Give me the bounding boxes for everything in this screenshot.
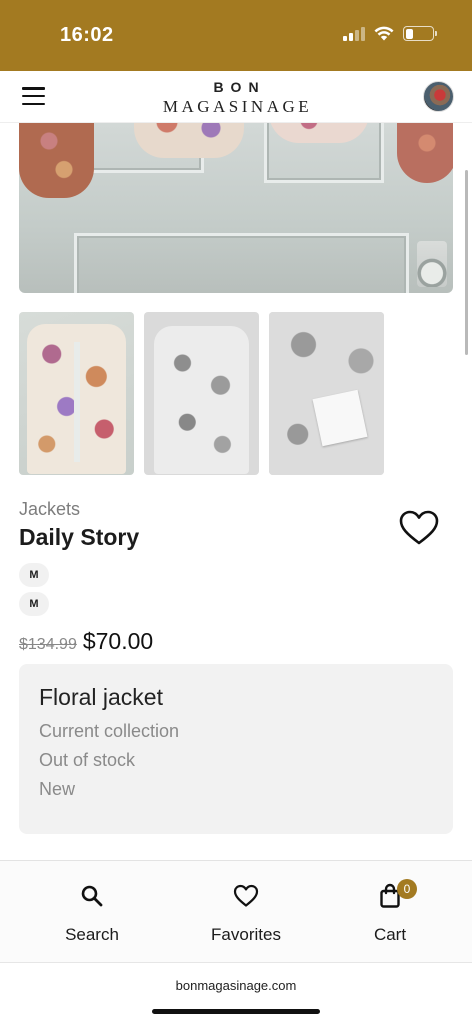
- product-title: Daily Story: [19, 524, 140, 550]
- url-text[interactable]: bonmagasinage.com: [0, 978, 472, 993]
- nav-favorites-label: Favorites: [211, 925, 281, 944]
- thumbnail-strip: [19, 312, 384, 475]
- size-chip[interactable]: M: [19, 563, 49, 587]
- battery-icon: [403, 26, 437, 41]
- status-bar: 16:02: [0, 0, 472, 71]
- home-indicator[interactable]: [152, 1009, 320, 1014]
- thumbnail-2[interactable]: [144, 312, 259, 475]
- sale-price: $70.00: [82, 628, 154, 654]
- details-collection: Current collection: [39, 721, 180, 741]
- cellular-signal-icon: [343, 26, 365, 41]
- nav-search-button[interactable]: Search: [32, 881, 152, 945]
- brand-logo[interactable]: BON MAGASINAGE: [0, 79, 472, 117]
- search-icon: [81, 885, 103, 907]
- details-stock-status: Out of stock: [39, 750, 136, 770]
- status-time: 16:02: [60, 24, 114, 46]
- size-chip[interactable]: M: [19, 592, 49, 616]
- browser-url-bar[interactable]: bonmagasinage.com: [0, 962, 472, 1024]
- scrollbar[interactable]: [465, 170, 468, 355]
- bottom-navigation: Search Favorites 0 Cart: [0, 860, 472, 962]
- size-options: M M: [19, 563, 49, 616]
- nav-cart-label: Cart: [373, 925, 407, 944]
- original-price: $134.99: [19, 636, 77, 653]
- status-icons: [343, 26, 437, 41]
- product-category[interactable]: Jackets: [19, 499, 80, 520]
- price-row: $134.99 $70.00: [19, 628, 153, 655]
- product-details-card: Floral jacket Current collection Out of …: [19, 664, 453, 834]
- heart-icon: [233, 884, 259, 907]
- thumbnail-1[interactable]: [19, 312, 134, 475]
- thumbnail-3[interactable]: [269, 312, 384, 475]
- details-title: Floral jacket: [39, 684, 163, 710]
- wifi-icon: [374, 26, 394, 41]
- brand-line-2: MAGASINAGE: [162, 97, 313, 116]
- door-knob: [417, 241, 447, 287]
- nav-favorites-button[interactable]: Favorites: [186, 881, 306, 945]
- nav-search-label: Search: [65, 925, 119, 944]
- site-header: BON MAGASINAGE: [0, 71, 472, 123]
- brand-line-1: BON: [213, 79, 266, 95]
- heart-outline-icon[interactable]: [398, 509, 440, 547]
- product-main-image[interactable]: [19, 123, 453, 293]
- details-condition: New: [39, 779, 76, 799]
- cart-count-badge: 0: [397, 879, 417, 899]
- nav-cart-button[interactable]: 0 Cart: [330, 879, 450, 945]
- profile-avatar[interactable]: [423, 81, 454, 112]
